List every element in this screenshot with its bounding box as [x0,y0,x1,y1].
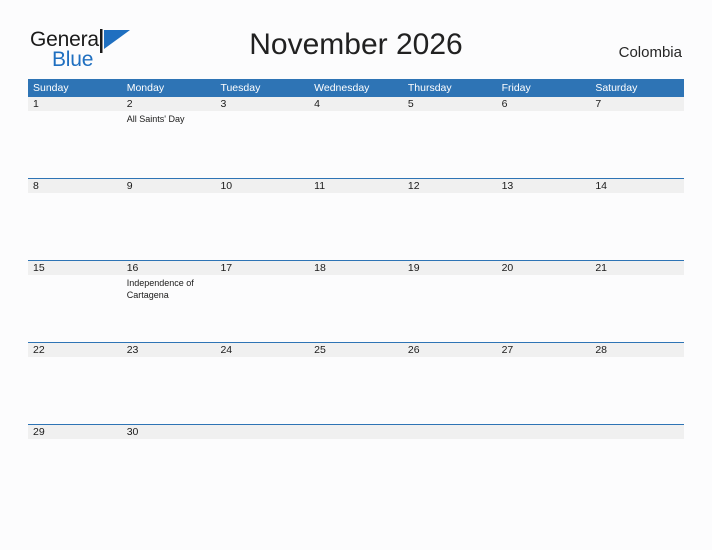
day-events: Independence of Cartagena [127,275,212,301]
calendar-day-cell[interactable]: 23 [122,343,216,424]
calendar-day-cell-empty[interactable] [309,425,403,463]
calendar-day-cell[interactable]: 1 [28,97,122,178]
day-number: 23 [126,344,139,356]
day-number: 11 [314,180,326,192]
day-number: 17 [220,262,233,274]
weekday-header-thursday: Thursday [407,82,452,94]
day-number [314,425,399,439]
calendar-grid: Sunday Monday Tuesday Wednesday Thursday Frid… [28,79,684,463]
calendar-day-cell[interactable]: 17 [215,261,309,342]
weekday-header-row: Sunday Monday Tuesday Wednesday Thursday Frid… [28,79,684,97]
day-number: 14 [595,180,607,192]
calendar-week-row: 8 9 10 11 12 13 14 [28,178,684,260]
day-number: 26 [407,344,420,356]
calendar-day-cell[interactable]: 16 Independence of Cartagena [122,261,216,342]
calendar-day-cell[interactable]: 6 [497,97,591,178]
page-header: General Blue November 2026 Colombia [0,0,712,71]
calendar-day-cell[interactable]: 5 [403,97,497,178]
day-number: 20 [501,262,514,274]
calendar-day-cell[interactable]: 19 [403,261,497,342]
day-number: 6 [501,98,508,110]
day-number: 30 [126,426,139,438]
calendar-week-row: 22 23 24 25 26 27 28 [28,342,684,424]
day-number: 1 [33,98,39,110]
day-number: 18 [314,262,326,274]
calendar-day-cell-empty[interactable] [590,425,684,463]
day-number: 8 [33,180,39,192]
calendar-day-cell[interactable]: 18 [309,261,403,342]
calendar-week-row: 1 2 All Saints' Day 3 4 5 6 7 [28,97,684,178]
weekday-header-friday: Friday [501,82,531,94]
weekday-header-saturday: Saturday [595,82,638,94]
calendar-day-cell-empty[interactable] [215,425,309,463]
calendar-week-row: 15 16 Independence of Cartagena 17 18 19 20 21 [28,260,684,342]
calendar-day-cell[interactable]: 2 All Saints' Day [122,97,216,178]
day-number: 28 [595,344,607,356]
day-number: 3 [220,98,227,110]
calendar-day-cell[interactable]: 12 [403,179,497,260]
page-title: November 2026 [249,28,463,61]
holiday-event: Independence of Cartagena [126,278,194,300]
weekday-header-wednesday: Wednesday [314,82,370,94]
calendar-day-cell[interactable]: 7 [590,97,684,178]
day-number: 9 [126,180,133,192]
calendar-day-cell[interactable]: 26 [403,343,497,424]
day-number: 22 [33,344,45,356]
day-number: 21 [595,262,607,274]
calendar-day-cell[interactable]: 9 [122,179,216,260]
calendar-day-cell[interactable]: 27 [497,343,591,424]
calendar-day-cell[interactable]: 4 [309,97,403,178]
day-number: 12 [407,180,420,192]
day-number: 19 [407,262,420,274]
weekday-header-monday: Monday [126,82,165,94]
calendar-day-cell[interactable]: 28 [590,343,684,424]
calendar-day-cell[interactable]: 15 [28,261,122,342]
calendar-day-cell[interactable]: 3 [215,97,309,178]
day-number [220,425,305,439]
day-number: 5 [407,98,414,110]
calendar-day-cell[interactable]: 11 [309,179,403,260]
day-number: 27 [501,344,514,356]
weekday-header-tuesday: Tuesday [220,82,261,94]
calendar-day-cell[interactable]: 8 [28,179,122,260]
calendar-day-cell[interactable]: 25 [309,343,403,424]
calendar-day-cell[interactable]: 20 [497,261,591,342]
calendar-weeks: 1 2 All Saints' Day 3 4 5 6 7 8 9 10 11 12 13 14 15 16 In… [28,97,684,463]
day-number: 10 [220,180,233,192]
day-number: 29 [33,426,45,438]
calendar-day-cell[interactable]: 30 [122,425,216,463]
weekday-header-sunday: Sunday [33,82,69,94]
country-label: Colombia [618,44,682,61]
calendar-day-cell[interactable]: 13 [497,179,591,260]
day-number: 2 [126,98,133,110]
calendar-day-cell[interactable]: 29 [28,425,122,463]
day-number [502,425,587,439]
day-number: 16 [126,262,139,274]
day-events: All Saints' Day [127,111,212,126]
calendar-day-cell-empty[interactable] [497,425,591,463]
day-number: 15 [33,262,45,274]
day-number: 4 [314,98,320,110]
day-number [595,425,680,439]
calendar-day-cell[interactable]: 14 [590,179,684,260]
day-number: 25 [314,344,326,356]
calendar-day-cell[interactable]: 24 [215,343,309,424]
calendar-day-cell-empty[interactable] [403,425,497,463]
calendar-day-cell[interactable]: 10 [215,179,309,260]
day-number [408,425,493,439]
calendar-day-cell[interactable]: 21 [590,261,684,342]
day-number: 13 [501,180,514,192]
day-number: 24 [220,344,233,356]
calendar-week-row: 29 30 [28,424,684,463]
calendar-day-cell[interactable]: 22 [28,343,122,424]
day-number: 7 [595,98,602,110]
holiday-event: All Saints' Day [126,114,185,124]
